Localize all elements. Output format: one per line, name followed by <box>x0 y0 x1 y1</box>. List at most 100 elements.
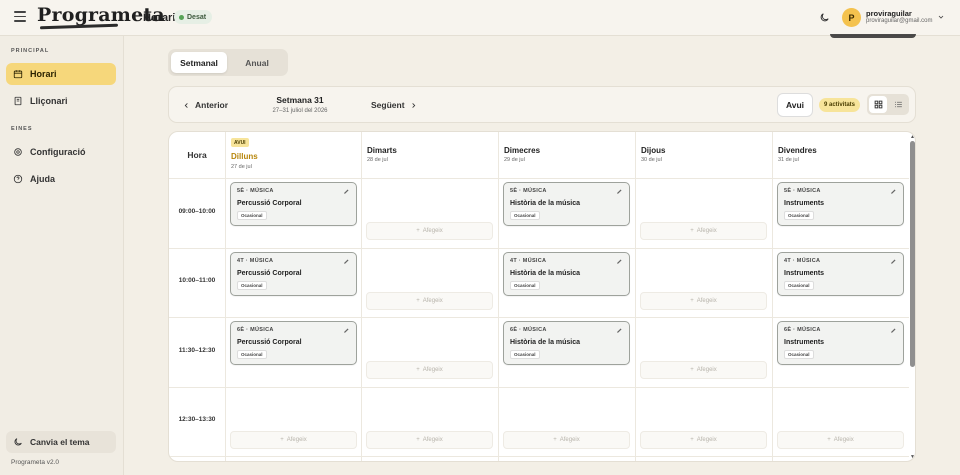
view-toggle: Setmanal Anual <box>168 49 288 76</box>
time-slot-label: 10:00–11:00 <box>178 277 216 284</box>
add-lesson-button[interactable]: + Afegeix <box>230 431 357 449</box>
day-name: Dimarts <box>367 146 397 155</box>
sidebar-item-lliconari[interactable]: Lliçonari <box>6 90 116 112</box>
lesson-card[interactable]: 6È · MÚSICA Instruments Ocasional <box>777 321 904 365</box>
activities-count-badge: 9 activitats <box>819 98 861 112</box>
add-lesson-button[interactable]: + Afegeix <box>777 431 904 449</box>
lesson-tag: Ocasional <box>510 281 540 290</box>
chevron-down-icon[interactable] <box>937 13 945 21</box>
add-lesson-button[interactable]: + Afegeix <box>366 292 493 310</box>
sidebar-item-label: Horari <box>30 69 57 79</box>
add-lesson-button[interactable]: + Afegeix <box>366 222 493 240</box>
lesson-card[interactable]: 6È · MÚSICA Percussió Corporal Ocasional <box>230 321 357 365</box>
day-name: Dijous <box>641 146 666 155</box>
page-title: Horari <box>143 12 176 24</box>
add-lesson-button[interactable]: + Afegeix <box>640 292 767 310</box>
add-label: Afegeix <box>696 228 717 234</box>
add-label: Afegeix <box>422 228 443 234</box>
lesson-card[interactable]: 4T · MÚSICA Instruments Ocasional <box>777 252 904 296</box>
day-name: Dimecres <box>504 146 541 155</box>
add-lesson-button[interactable]: + Afegeix <box>640 431 767 449</box>
lesson-card[interactable]: 5È · MÚSICA Percussió Corporal Ocasional <box>230 182 357 226</box>
add-lesson-button[interactable]: + Afegeix <box>640 222 767 240</box>
scroll-down-arrow-icon[interactable]: ▼ <box>910 454 915 460</box>
avatar[interactable]: P <box>842 8 861 27</box>
add-label: Afegeix <box>559 437 580 443</box>
grid-icon <box>874 100 882 109</box>
plus-icon: + <box>827 437 831 443</box>
time-slot-label: 12:30–13:30 <box>178 416 216 423</box>
help-icon <box>13 174 23 184</box>
plus-icon: + <box>553 437 557 443</box>
tab-annual[interactable]: Anual <box>230 52 284 73</box>
plus-icon: + <box>690 437 694 443</box>
time-slot-label: 09:00–10:00 <box>178 208 216 215</box>
lesson-group: 6È · MÚSICA <box>510 327 547 333</box>
next-week-button[interactable]: Següent <box>371 100 417 110</box>
scroll-up-arrow-icon[interactable]: ▲ <box>910 134 915 140</box>
pencil-icon[interactable] <box>343 188 350 195</box>
plus-icon: + <box>416 298 420 304</box>
user-name[interactable]: proviraguilar <box>866 9 912 18</box>
plus-icon: + <box>416 437 420 443</box>
add-label: Afegeix <box>422 437 443 443</box>
app-version: Programeta v2.0 <box>11 459 60 466</box>
vertical-scrollbar[interactable] <box>910 141 915 367</box>
lesson-card[interactable]: 5È · MÚSICA Instruments Ocasional <box>777 182 904 226</box>
section-principal: PRINCIPAL <box>11 48 50 54</box>
pencil-icon[interactable] <box>890 188 897 195</box>
column-divider <box>498 132 499 461</box>
add-lesson-button[interactable]: + Afegeix <box>366 361 493 379</box>
plus-icon: + <box>416 367 420 373</box>
sidebar-item-label: Lliçonari <box>30 96 68 106</box>
day-date: 29 de jul <box>504 157 525 163</box>
pencil-icon[interactable] <box>343 327 350 334</box>
today-button[interactable]: Avui <box>777 93 813 117</box>
lesson-card[interactable]: 6È · MÚSICA Història de la música Ocasio… <box>503 321 630 365</box>
save-status-text: Desat <box>187 13 207 21</box>
day-date: 30 de jul <box>641 157 662 163</box>
lesson-card[interactable]: 4T · MÚSICA Percussió Corporal Ocasional <box>230 252 357 296</box>
day-name: Dilluns <box>231 152 258 161</box>
add-lesson-button[interactable]: + Afegeix <box>503 431 630 449</box>
add-lesson-button[interactable]: + Afegeix <box>366 431 493 449</box>
today-badge: AVUI <box>231 138 249 147</box>
day-header-dimecres: Dimecres 29 de jul <box>498 132 635 178</box>
day-date: 28 de jul <box>367 157 388 163</box>
lesson-tag: Ocasional <box>237 211 267 220</box>
calendar-icon <box>13 70 23 79</box>
moon-icon[interactable] <box>819 12 830 23</box>
pencil-icon[interactable] <box>616 258 623 265</box>
menu-icon[interactable] <box>14 11 26 23</box>
day-header-dimarts: Dimarts 28 de jul <box>361 132 498 178</box>
lesson-title: Percussió Corporal <box>237 200 302 207</box>
tab-weekly[interactable]: Setmanal <box>171 52 227 73</box>
previous-week-label: Anterior <box>195 100 229 110</box>
sidebar-item-configuracio[interactable]: Configuració <box>6 141 116 163</box>
lesson-card[interactable]: 4T · MÚSICA Història de la música Ocasio… <box>503 252 630 296</box>
lesson-title: Història de la música <box>510 270 581 277</box>
lesson-card[interactable]: 5È · MÚSICA Història de la música Ocasio… <box>503 182 630 226</box>
row-divider <box>169 317 909 318</box>
grid-view-button[interactable] <box>869 96 887 113</box>
day-header-divendres: Divendres 31 de jul <box>772 132 909 178</box>
sidebar-item-horari[interactable]: Horari <box>6 63 116 85</box>
sidebar-item-ajuda[interactable]: Ajuda <box>6 168 116 190</box>
lesson-group: 5È · MÚSICA <box>510 188 547 194</box>
theme-toggle-button[interactable]: Canvia el tema <box>6 431 116 453</box>
pencil-icon[interactable] <box>616 327 623 334</box>
add-label: Afegeix <box>422 298 443 304</box>
lesson-tag: Ocasional <box>237 350 267 359</box>
plus-icon: + <box>690 367 694 373</box>
previous-week-button[interactable]: Anterior <box>183 100 228 110</box>
column-divider <box>225 132 226 461</box>
pencil-icon[interactable] <box>890 327 897 334</box>
day-date: 31 de jul <box>778 157 799 163</box>
pencil-icon[interactable] <box>343 258 350 265</box>
pencil-icon[interactable] <box>890 258 897 265</box>
list-view-button[interactable] <box>889 96 907 113</box>
day-header-dijous: Dijous 30 de jul <box>635 132 772 178</box>
column-divider <box>361 132 362 461</box>
pencil-icon[interactable] <box>616 188 623 195</box>
add-lesson-button[interactable]: + Afegeix <box>640 361 767 379</box>
